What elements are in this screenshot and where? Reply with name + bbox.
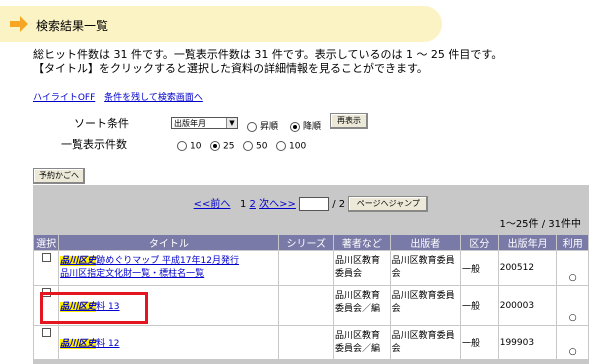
row-kubun: 一般 — [459, 285, 499, 326]
redisplay-button[interactable]: 再表示 — [330, 113, 368, 129]
row-title-cell: 品川区史料 12 — [58, 325, 280, 360]
row-kubun: 一般 — [459, 325, 499, 360]
count-radio-25[interactable] — [210, 141, 220, 151]
title-rest: 料 12 — [96, 339, 120, 349]
title-rest: 料 13 — [96, 302, 120, 312]
results-table: 選択 タイトル シリーズ 著者など 出版者 区分 出版年月 利用 品川区史跡めぐ… — [32, 234, 589, 360]
col-availability: 利用 — [556, 234, 589, 251]
reserve-basket-button[interactable]: 予約かごへ — [33, 168, 85, 184]
sort-asc-label: 昇順 — [260, 122, 279, 132]
table-row: 品川区史跡めぐりマップ 平成17年12月発行品川区指定文化財一覧・標柱名一覧 品… — [32, 250, 589, 286]
count-option-10[interactable]: 10 — [177, 141, 201, 152]
count-radio-100[interactable] — [276, 141, 286, 151]
row-checkbox[interactable] — [41, 288, 51, 297]
title-link[interactable]: 品川区史料 13 — [60, 302, 120, 312]
title-rest: 跡めぐりマップ 平成17年12月発行 — [96, 256, 239, 266]
row-author: 品川区教育委員会／編 — [333, 325, 391, 360]
summary-line-2: 【タイトル】をクリックすると選択した資料の詳細情報を見ることができます。 — [33, 62, 428, 75]
row-series — [278, 285, 335, 326]
count-label-50: 50 — [256, 141, 268, 152]
row-select-cell — [32, 250, 60, 286]
table-row: 品川区史料 13 品川区教育委員会／編 品川区教育委員会 一般 200003 ○ — [32, 285, 589, 326]
sort-label: ソート条件 — [74, 117, 129, 130]
sort-selected-value: 出版年月 — [174, 119, 206, 128]
highlight-off-link[interactable]: ハイライトOFF — [33, 93, 95, 103]
col-select: 選択 — [32, 234, 60, 251]
row-select-cell — [32, 325, 60, 360]
row-publisher: 品川区教育委員会 — [389, 250, 461, 286]
row-checkbox[interactable] — [41, 253, 51, 262]
row-checkbox[interactable] — [41, 328, 51, 337]
row-select-cell — [32, 285, 60, 326]
sort-asc-radio[interactable] — [247, 121, 257, 132]
col-series: シリーズ — [278, 234, 335, 251]
page-1: 1 — [239, 199, 247, 210]
sort-desc-radio[interactable] — [290, 121, 300, 132]
nav-links: ハイライトOFF 条件を残して検索画面へ — [33, 90, 209, 103]
count-radio-50[interactable] — [243, 141, 253, 151]
col-publisher: 出版者 — [389, 234, 461, 251]
table-header-row: 選択 タイトル シリーズ 著者など 出版者 区分 出版年月 利用 — [32, 234, 589, 251]
title-link[interactable]: 品川区史跡めぐりマップ 平成17年12月発行品川区指定文化財一覧・標柱名一覧 — [60, 256, 239, 279]
row-date: 199903 — [497, 325, 558, 360]
row-availability: ○ — [556, 250, 589, 286]
prev-page-link[interactable]: <<前へ — [194, 199, 231, 210]
count-radio-10[interactable] — [177, 141, 187, 151]
row-series — [278, 250, 335, 286]
chevron-down-icon[interactable]: ▼ — [226, 118, 237, 128]
row-date: 200003 — [497, 285, 558, 326]
title-link[interactable]: 品川区史料 12 — [60, 339, 120, 349]
count-option-50[interactable]: 50 — [243, 141, 267, 152]
count-label-25: 25 — [223, 141, 235, 152]
sort-select[interactable]: 出版年月 ▼ — [171, 117, 238, 129]
sort-asc-option[interactable]: 昇順 — [247, 119, 278, 132]
table-row: 品川区史料 12 品川区教育委員会／編 品川区教育委員会 一般 199903 ○ — [32, 325, 589, 360]
row-series — [278, 325, 335, 360]
back-to-search-link[interactable]: 条件を残して検索画面へ — [104, 93, 203, 103]
results-panel: <<前へ 1 2 次へ>> / 2 ページへジャンプ 1〜25件 / 31件中 … — [32, 185, 589, 364]
title-line2: 品川区指定文化財一覧・標柱名一覧 — [60, 269, 205, 279]
keyword-highlight: 品川区史 — [60, 339, 97, 349]
result-summary: 総ヒット件数は 31 件です。一覧表示件数は 31 件です。表示しているのは 1… — [33, 48, 502, 76]
sort-desc-option[interactable]: 降順 — [290, 119, 321, 132]
row-title-cell: 品川区史料 13 — [58, 285, 280, 326]
arrow-right-icon — [10, 16, 28, 32]
col-author: 著者など — [333, 234, 391, 251]
next-page-link[interactable]: 次へ>> — [259, 199, 296, 210]
result-range: 1〜25件 / 31件中 — [499, 219, 581, 230]
row-kubun: 一般 — [459, 250, 499, 286]
total-pages: / 2 — [332, 199, 346, 210]
row-author: 品川区教育委員会／編 — [333, 285, 391, 326]
sort-desc-label: 降順 — [303, 122, 322, 132]
count-option-100[interactable]: 100 — [276, 141, 306, 152]
row-publisher: 品川区教育委員会 — [389, 285, 461, 326]
count-label-10: 10 — [190, 141, 202, 152]
page-2-link[interactable]: 2 — [250, 199, 256, 210]
row-publisher: 品川区教育委員会 — [389, 325, 461, 360]
summary-line-1: 総ヒット件数は 31 件です。一覧表示件数は 31 件です。表示しているのは 1… — [33, 48, 503, 61]
row-availability: ○ — [556, 285, 589, 326]
page-jump-button[interactable]: ページへジャンプ — [348, 196, 429, 212]
count-label-100: 100 — [289, 141, 307, 152]
page-jump-input[interactable] — [299, 197, 330, 211]
col-title: タイトル — [58, 234, 280, 251]
keyword-highlight: 品川区史 — [60, 302, 97, 312]
row-availability: ○ — [556, 325, 589, 360]
page-title: 検索結果一覧 — [36, 19, 109, 33]
col-date: 出版年月 — [497, 234, 558, 251]
page-header-banner: 検索結果一覧 — [0, 6, 442, 42]
count-option-25[interactable]: 25 — [210, 141, 234, 152]
col-kubun: 区分 — [459, 234, 499, 251]
display-count-label: 一覧表示件数 — [61, 138, 127, 151]
row-author: 品川区教育委員会 — [333, 250, 391, 286]
pager: <<前へ 1 2 次へ>> / 2 ページへジャンプ — [33, 195, 589, 212]
row-title-cell: 品川区史跡めぐりマップ 平成17年12月発行品川区指定文化財一覧・標柱名一覧 — [58, 250, 280, 286]
keyword-highlight: 品川区史 — [60, 256, 97, 266]
row-date: 200512 — [497, 250, 558, 286]
